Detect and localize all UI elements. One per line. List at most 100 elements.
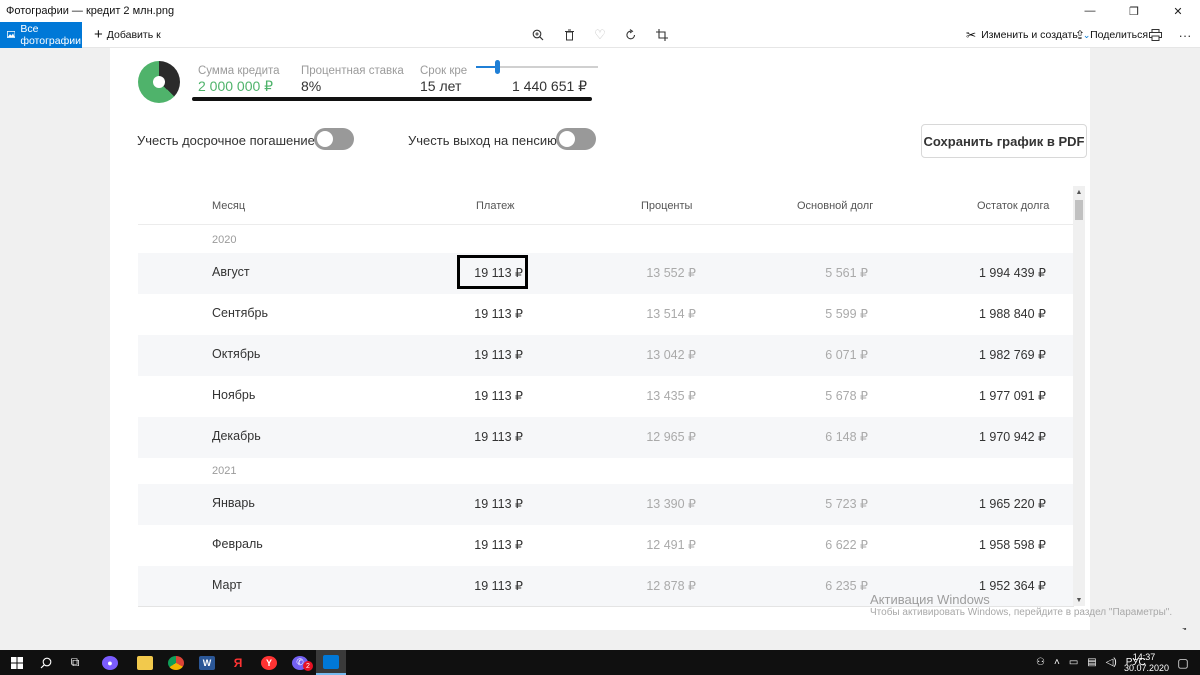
volume-icon[interactable]: ◁) bbox=[1106, 657, 1117, 668]
payment-highlight-box bbox=[457, 255, 528, 289]
cell-month: Август bbox=[212, 265, 250, 279]
chevron-up-icon[interactable]: ˄ bbox=[1054, 657, 1060, 668]
maximize-button[interactable]: ❐ bbox=[1112, 0, 1156, 22]
zoom-icon[interactable] bbox=[527, 22, 549, 48]
table-row: Декабрь 19 113 ₽ 12 965 ₽ 6 148 ₽ 1 970 … bbox=[138, 417, 1074, 458]
delete-icon[interactable] bbox=[558, 22, 580, 48]
loan-structure-donut bbox=[138, 61, 180, 103]
cell-payment: 19 113 ₽ bbox=[474, 389, 523, 403]
highlight-underline bbox=[192, 97, 592, 101]
photos-icon bbox=[7, 31, 16, 38]
cell-principal: 5 723 ₽ bbox=[825, 497, 868, 511]
scrollbar-thumb[interactable] bbox=[1075, 200, 1083, 220]
term-value: 15 лет bbox=[420, 78, 462, 94]
add-to-button[interactable]: + Добавить к bbox=[94, 26, 161, 43]
term-label: Срок кре bbox=[420, 65, 468, 77]
viber-badge: 2 bbox=[303, 661, 313, 671]
edit-create-menu[interactable]: ✂ Изменить и создать ⌄ bbox=[966, 22, 1090, 48]
overpayment-value: 1 440 651 ₽ bbox=[512, 78, 588, 94]
cell-interest: 13 435 ₽ bbox=[646, 389, 696, 403]
cell-month: Декабрь bbox=[212, 429, 261, 443]
word-icon[interactable]: W bbox=[192, 650, 222, 675]
photo-canvas: Сумма кредита 2 000 000 ₽ Процентная ста… bbox=[0, 48, 1200, 630]
clock-time: 14:37 bbox=[1132, 652, 1156, 662]
scroll-down-icon[interactable]: ▼ bbox=[1073, 594, 1085, 606]
column-header-interest: Проценты bbox=[641, 200, 693, 212]
cell-principal: 6 235 ₽ bbox=[825, 579, 868, 593]
search-icon[interactable] bbox=[31, 650, 61, 675]
cell-payment: 19 113 ₽ bbox=[474, 430, 523, 444]
term-slider-thumb[interactable] bbox=[495, 60, 500, 74]
retirement-label: Учесть выход на пенсию bbox=[408, 133, 557, 148]
table-scrollbar[interactable]: ▲ ▼ bbox=[1073, 186, 1085, 606]
cell-balance: 1 982 769 ₽ bbox=[978, 348, 1046, 362]
cell-principal: 5 561 ₽ bbox=[825, 266, 868, 280]
taskbar: ⧉ ● W Я Y ✆ 2 ⚇ ˄ ▭ ▤ ◁) РУС 14:37 30.07… bbox=[0, 650, 1200, 675]
rate-label: Процентная ставка bbox=[301, 65, 404, 77]
chrome-icon[interactable] bbox=[161, 650, 191, 675]
cell-principal: 6 622 ₽ bbox=[825, 538, 868, 552]
minimize-button[interactable]: — bbox=[1068, 0, 1112, 22]
loan-calculator-screenshot: Сумма кредита 2 000 000 ₽ Процентная ста… bbox=[110, 48, 1090, 630]
all-photos-button[interactable]: Все фотографии bbox=[0, 21, 82, 48]
viber-icon[interactable]: ✆ 2 bbox=[285, 650, 315, 675]
share-button[interactable]: ⇪ Поделиться bbox=[1075, 22, 1148, 48]
cell-payment: 19 113 ₽ bbox=[474, 307, 523, 321]
cell-payment: 19 113 ₽ bbox=[474, 579, 523, 593]
rotate-icon[interactable] bbox=[620, 22, 642, 48]
cell-balance: 1 952 364 ₽ bbox=[978, 579, 1046, 593]
cell-interest: 13 514 ₽ bbox=[646, 307, 696, 321]
photos-toolbar: Все фотографии + Добавить к ♡ ✂ Изменить… bbox=[0, 21, 1200, 48]
loan-amount-label: Сумма кредита bbox=[198, 65, 280, 77]
share-icon: ⇪ bbox=[1075, 28, 1086, 42]
start-icon[interactable] bbox=[2, 650, 32, 675]
expand-icon[interactable]: ⤢ bbox=[1176, 625, 1186, 630]
cell-balance: 1 965 220 ₽ bbox=[978, 497, 1046, 511]
activation-watermark-title: Активация Windows bbox=[870, 592, 990, 607]
print-icon[interactable] bbox=[1144, 22, 1166, 48]
cell-payment: 19 113 ₽ bbox=[474, 497, 523, 511]
cell-interest: 13 390 ₽ bbox=[646, 497, 696, 511]
explorer-icon[interactable] bbox=[130, 650, 160, 675]
plus-icon: + bbox=[94, 26, 103, 43]
cell-month: Март bbox=[212, 578, 242, 592]
close-button[interactable]: ✕ bbox=[1156, 0, 1200, 22]
crop-icon[interactable] bbox=[651, 22, 673, 48]
network-icon[interactable]: ▤ bbox=[1087, 657, 1096, 668]
retirement-toggle[interactable] bbox=[556, 128, 596, 150]
add-to-label: Добавить к bbox=[106, 28, 161, 41]
cell-payment: 19 113 ₽ bbox=[474, 538, 523, 552]
table-row: Сентябрь 19 113 ₽ 13 514 ₽ 5 599 ₽ 1 988… bbox=[138, 294, 1074, 335]
early-repayment-label: Учесть досрочное погашение bbox=[137, 133, 315, 148]
activation-watermark-text: Чтобы активировать Windows, перейдите в … bbox=[870, 607, 1173, 618]
cell-month: Февраль bbox=[212, 537, 263, 551]
favorite-icon[interactable]: ♡ bbox=[589, 22, 611, 48]
cell-principal: 5 599 ₽ bbox=[825, 307, 868, 321]
table-row: Ноябрь 19 113 ₽ 13 435 ₽ 5 678 ₽ 1 977 0… bbox=[138, 376, 1074, 417]
year-label-2020: 2020 bbox=[212, 234, 237, 246]
task-view-icon[interactable]: ⧉ bbox=[60, 650, 90, 675]
scroll-up-icon[interactable]: ▲ bbox=[1073, 186, 1085, 198]
notifications-icon[interactable]: ▢ bbox=[1168, 650, 1198, 675]
clock-date: 30.07.2020 bbox=[1124, 663, 1170, 673]
cell-payment: 19 113 ₽ bbox=[474, 348, 523, 362]
column-header-payment: Платеж bbox=[476, 200, 515, 212]
people-icon[interactable]: ⚇ bbox=[1036, 657, 1045, 668]
clock[interactable]: 14:37 30.07.2020 bbox=[1124, 652, 1170, 674]
cell-month: Ноябрь bbox=[212, 388, 256, 402]
battery-icon[interactable]: ▭ bbox=[1069, 657, 1078, 668]
photos-app-icon[interactable] bbox=[316, 650, 346, 675]
loan-amount-value: 2 000 000 ₽ bbox=[198, 78, 274, 94]
cell-month: Сентябрь bbox=[212, 306, 268, 320]
early-repayment-toggle[interactable] bbox=[314, 128, 354, 150]
yandex-icon[interactable]: Я bbox=[223, 650, 253, 675]
cell-interest: 12 878 ₽ bbox=[646, 579, 696, 593]
table-row: Февраль 19 113 ₽ 12 491 ₽ 6 622 ₽ 1 958 … bbox=[138, 525, 1074, 566]
save-pdf-button[interactable]: Сохранить график в PDF bbox=[921, 124, 1087, 158]
edit-icon: ✂ bbox=[966, 28, 977, 42]
more-icon[interactable]: ··· bbox=[1174, 22, 1196, 48]
yandex-browser-icon[interactable]: Y bbox=[254, 650, 284, 675]
cell-balance: 1 958 598 ₽ bbox=[978, 538, 1046, 552]
cell-month: Январь bbox=[212, 496, 255, 510]
alice-icon[interactable]: ● bbox=[95, 650, 125, 675]
